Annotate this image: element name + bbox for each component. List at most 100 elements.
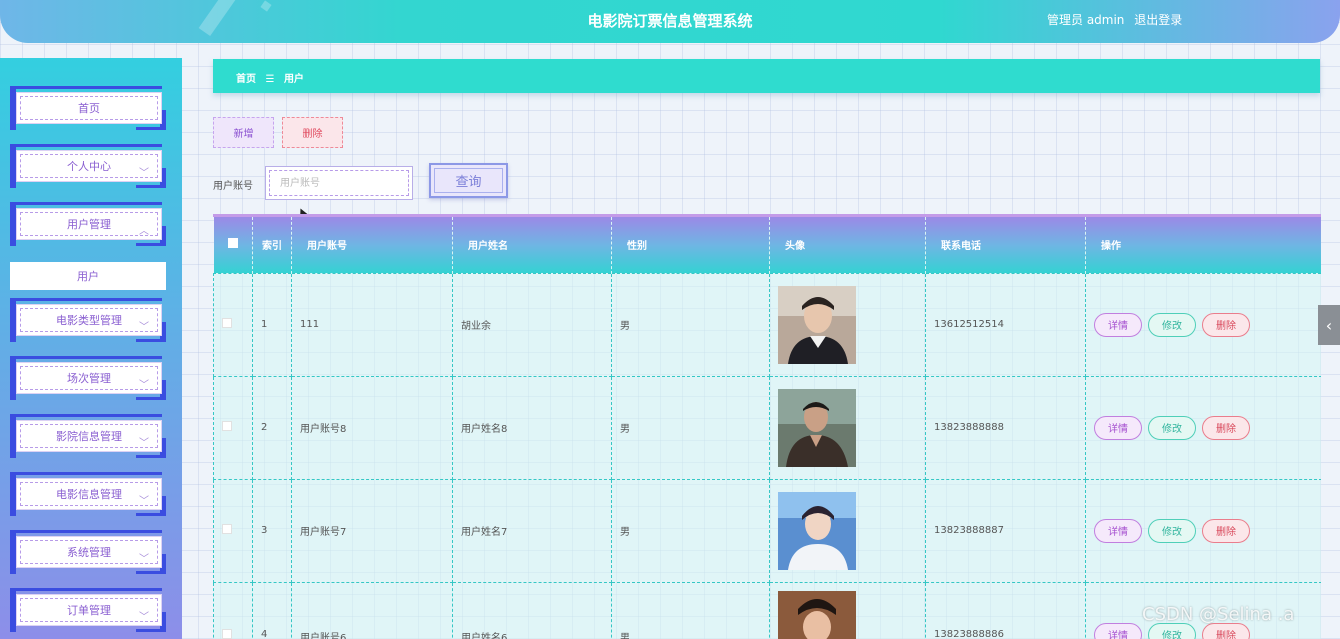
- row-avatar-cell: [769, 375, 926, 480]
- table-row: 3 用户账号7 用户姓名7 男 13823888887 详情 修改 删除: [213, 478, 1321, 583]
- row-gender: 男: [611, 581, 770, 639]
- user-info: 管理员 admin 退出登录: [1047, 11, 1182, 28]
- detail-button[interactable]: 详情: [1094, 622, 1142, 639]
- row-phone: 13823888887: [925, 478, 1086, 583]
- row-gender: 男: [611, 375, 770, 480]
- row-name: 胡业余: [452, 272, 612, 377]
- row-phone: 13823888886: [925, 581, 1086, 639]
- collapse-handle-icon[interactable]: ‹: [1318, 305, 1340, 345]
- watermark: CSDN @Selina .a: [1142, 604, 1295, 625]
- row-checkbox[interactable]: [222, 421, 232, 431]
- avatar: [778, 285, 856, 364]
- sidebar-item-cinema-info[interactable]: 影院信息管理 ﹀: [10, 414, 166, 458]
- row-checkbox[interactable]: [222, 524, 232, 534]
- action-group: 详情 修改 删除: [1094, 312, 1250, 337]
- menu-box: 影院信息管理 ﹀: [16, 420, 162, 452]
- menu-box-inner: [20, 308, 158, 332]
- query-button-inner: [434, 168, 503, 193]
- row-select-cell: [213, 478, 253, 583]
- delete-button[interactable]: 删除: [1202, 415, 1250, 440]
- menu-box: 用户管理 ︿: [16, 208, 162, 240]
- sidebar-item-home[interactable]: 首页: [10, 86, 166, 130]
- table-header-row: 索引 用户账号 用户姓名 性别 头像 联系电话 操作: [213, 217, 1321, 273]
- chevron-up-icon: ︿: [139, 226, 149, 237]
- menu-box: 系统管理 ﹀: [16, 536, 162, 568]
- row-name: 用户姓名6: [452, 581, 612, 639]
- row-account: 用户账号7: [291, 478, 453, 583]
- row-gender: 男: [611, 478, 770, 583]
- row-select-cell: [213, 272, 253, 377]
- sidebar-item-movie-info[interactable]: 电影信息管理 ﹀: [10, 472, 166, 516]
- table-row: 2 用户账号8 用户姓名8 男 13823888888 详情 修改 删除: [213, 375, 1321, 480]
- row-name: 用户姓名8: [452, 375, 612, 480]
- chevron-down-icon: ﹀: [139, 380, 149, 391]
- avatar: [778, 491, 856, 570]
- select-all-header: [213, 217, 253, 273]
- chevron-down-icon: ﹀: [139, 322, 149, 333]
- row-actions: 详情 修改 删除: [1085, 272, 1321, 377]
- sidebar-item-orders[interactable]: 订单管理 ﹀: [10, 588, 166, 632]
- sidebar-item-user-management[interactable]: 用户管理 ︿: [10, 202, 166, 246]
- breadcrumb: 首页 ☰ 用户: [213, 59, 1320, 93]
- menu-box: 个人中心 ﹀: [16, 150, 162, 182]
- menu-box-inner: [20, 96, 158, 120]
- edit-button[interactable]: 修改: [1148, 312, 1196, 337]
- sidebar-item-sessions[interactable]: 场次管理 ﹀: [10, 356, 166, 400]
- column-header-name: 用户姓名: [452, 217, 612, 273]
- breadcrumb-current: 用户: [283, 74, 304, 85]
- detail-button[interactable]: 详情: [1094, 312, 1142, 337]
- sidebar-item-system[interactable]: 系统管理 ﹀: [10, 530, 166, 574]
- menu-box-inner: [20, 598, 158, 622]
- sidebar: 首页 个人中心 ﹀ 用户管理 ︿ 用户 电影类型管理 ﹀ 场次管理 ﹀ 影院信息管理 ﹀ …: [0, 58, 182, 639]
- menu-box: 电影类型管理 ﹀: [16, 304, 162, 336]
- row-avatar-cell: [769, 581, 926, 639]
- edit-button[interactable]: 修改: [1148, 415, 1196, 440]
- logout-link[interactable]: 退出登录: [1134, 13, 1182, 27]
- menu-box-inner: [20, 424, 158, 448]
- menu-box: 场次管理 ﹀: [16, 362, 162, 394]
- row-account: 用户账号6: [291, 581, 453, 639]
- row-avatar-cell: [769, 478, 926, 583]
- user-table: 索引 用户账号 用户姓名 性别 头像 联系电话 操作 1 111 胡业余 男 1…: [213, 214, 1321, 639]
- row-account: 111: [291, 272, 453, 377]
- chevron-down-icon: ﹀: [139, 496, 149, 507]
- column-header-actions: 操作: [1085, 217, 1321, 273]
- batch-delete-button[interactable]: 删除: [282, 117, 343, 148]
- chevron-down-icon: ﹀: [139, 438, 149, 449]
- breadcrumb-separator-icon: ☰: [265, 74, 275, 85]
- breadcrumb-home[interactable]: 首页: [236, 74, 256, 85]
- menu-box: 首页: [16, 92, 162, 124]
- chevron-down-icon: ﹀: [139, 554, 149, 565]
- row-index: 3: [252, 478, 292, 583]
- column-header-avatar: 头像: [769, 217, 926, 273]
- chevron-down-icon: ﹀: [139, 168, 149, 179]
- row-gender: 男: [611, 272, 770, 377]
- detail-button[interactable]: 详情: [1094, 415, 1142, 440]
- add-button[interactable]: 新增: [213, 117, 274, 148]
- action-group: 详情 修改 删除: [1094, 415, 1250, 440]
- admin-label: 管理员 admin: [1047, 13, 1125, 27]
- sidebar-item-movie-type[interactable]: 电影类型管理 ﹀: [10, 298, 166, 342]
- sidebar-subitem-user[interactable]: 用户: [10, 262, 166, 290]
- menu-box-inner: [20, 540, 158, 564]
- row-actions: 详情 修改 删除: [1085, 478, 1321, 583]
- row-select-cell: [213, 581, 253, 639]
- row-avatar-cell: [769, 272, 926, 377]
- edit-button[interactable]: 修改: [1148, 518, 1196, 543]
- delete-button[interactable]: 删除: [1202, 312, 1250, 337]
- sidebar-item-profile[interactable]: 个人中心 ﹀: [10, 144, 166, 188]
- row-index: 1: [252, 272, 292, 377]
- menu-box-inner: [20, 366, 158, 390]
- row-actions: 详情 修改 删除: [1085, 375, 1321, 480]
- row-checkbox[interactable]: [222, 318, 232, 328]
- select-all-checkbox[interactable]: [227, 238, 238, 249]
- row-checkbox[interactable]: [222, 628, 232, 639]
- search-label: 用户账号: [213, 181, 253, 192]
- query-button[interactable]: 查询: [429, 163, 508, 198]
- search-input[interactable]: [269, 170, 409, 196]
- delete-button[interactable]: 删除: [1202, 518, 1250, 543]
- row-name: 用户姓名7: [452, 478, 612, 583]
- menu-box-inner: [20, 212, 158, 236]
- detail-button[interactable]: 详情: [1094, 518, 1142, 543]
- column-header-phone: 联系电话: [925, 217, 1086, 273]
